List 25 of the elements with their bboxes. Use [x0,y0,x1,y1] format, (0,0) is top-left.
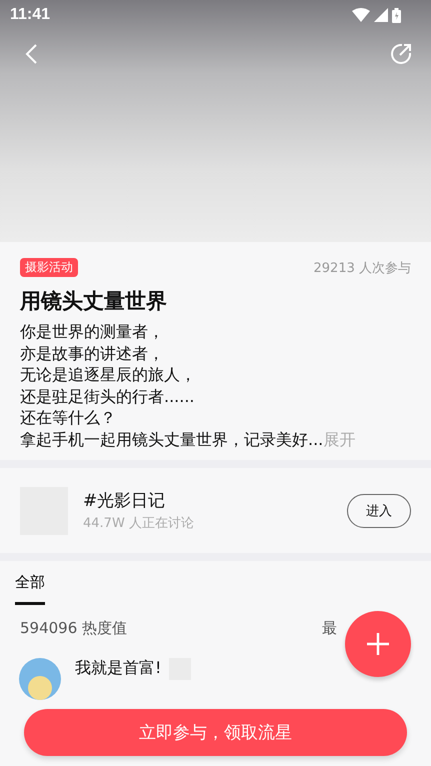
description-line: 拿起手机一起用镜头丈量世界，记录美好...展开 [20,428,356,450]
signal-icon [374,8,388,22]
description-line: 亦是故事的讲述者， [20,342,165,364]
description-line: 无论是追逐星辰的旅人， [20,364,197,386]
discussion-count: 44.7W 人正在讨论 [83,515,195,532]
feed-tab[interactable]: 全部 [15,573,45,605]
description-line: 还在等什么？ [20,407,117,428]
description-line: 你是世界的测量者， [20,321,165,342]
author-name: 我就是首富! [75,658,162,679]
participant-count: 29213 人次参与 [314,260,411,276]
wifi-icon [352,8,370,22]
heat-value: 594096 热度值 [20,619,128,638]
enter-button[interactable]: 进入 [347,494,411,528]
description-line: 还是驻足街头的行者...... [20,386,196,407]
activity-title: 用镜头丈量世界 [20,288,168,315]
sort-option[interactable]: 最 [322,619,337,638]
avatar-icon[interactable] [19,658,61,700]
add-button[interactable] [345,611,411,677]
plus-icon [366,632,390,656]
topic-name: #光影日记 [83,490,166,512]
back-icon[interactable] [24,43,38,65]
category-tag: 摄影活动 [20,258,78,277]
battery-icon [392,8,401,22]
share-icon[interactable] [389,42,413,66]
status-time: 11:41 [10,6,50,24]
